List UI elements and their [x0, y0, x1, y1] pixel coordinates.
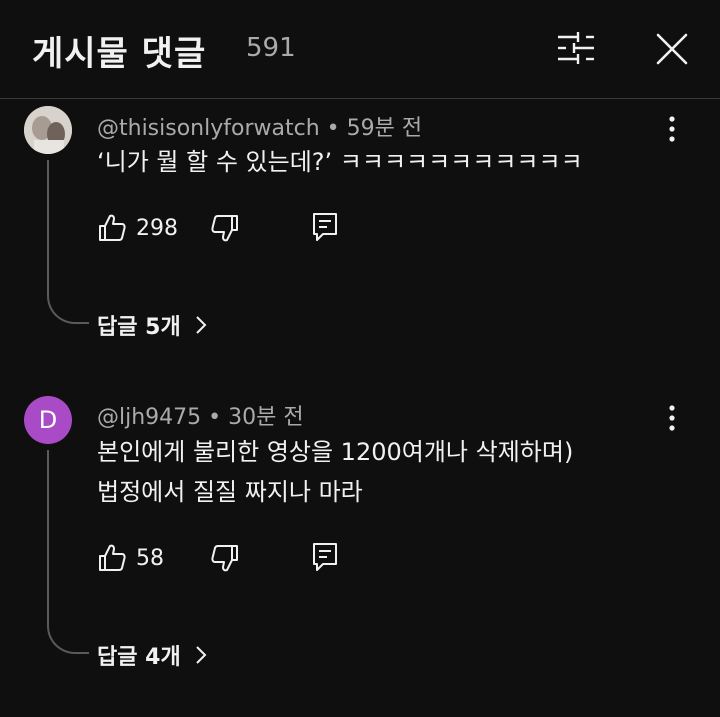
more-options-icon[interactable] — [662, 114, 682, 144]
dislike-icon[interactable] — [210, 213, 240, 243]
comment-text-line: ‘니가 뭘 할 수 있는데?’ ㅋㅋㅋㅋㅋㅋㅋㅋㅋㅋㅋ — [97, 148, 583, 176]
view-replies-button[interactable]: 답글 5개 — [97, 309, 207, 341]
comment-author[interactable]: @thisisonlyforwatch — [97, 116, 320, 141]
comment-count: 591 — [246, 33, 296, 63]
filter-sliders-icon[interactable] — [556, 30, 596, 66]
comment-text: 본인에게 불리한 영상을 1200여개나 삭제하며) 법정에서 질질 짜지나 마… — [97, 432, 573, 512]
avatar[interactable] — [24, 106, 72, 154]
reply-icon[interactable] — [311, 541, 339, 573]
like-icon[interactable] — [97, 543, 127, 573]
dislike-icon[interactable] — [210, 543, 240, 573]
like-count: 58 — [136, 546, 164, 571]
avatar-letter: D — [38, 406, 58, 434]
avatar-photo-icon — [24, 106, 72, 154]
like-count: 298 — [136, 216, 178, 241]
comment-text: ‘니가 뭘 할 수 있는데?’ ㅋㅋㅋㅋㅋㅋㅋㅋㅋㅋㅋ — [97, 142, 583, 182]
page-title: 게시물 댓글 — [32, 34, 207, 74]
like-icon[interactable] — [97, 213, 127, 243]
comment-meta: @thisisonlyforwatch • 59분 전 — [97, 110, 422, 142]
comment-time: 30분 전 — [228, 405, 304, 430]
view-replies-button[interactable]: 답글 4개 — [97, 639, 207, 671]
meta-separator: • — [208, 405, 229, 430]
header-divider — [0, 98, 720, 99]
thread-connector-line — [47, 450, 89, 654]
reply-icon[interactable] — [311, 211, 339, 243]
comment-text-line: 법정에서 질질 짜지나 마라 — [97, 478, 363, 506]
chevron-right-icon — [195, 316, 207, 334]
more-options-icon[interactable] — [662, 403, 682, 433]
meta-separator: • — [326, 116, 347, 141]
header-bar: 게시물 댓글 591 — [0, 0, 720, 98]
comment-time: 59분 전 — [346, 116, 423, 141]
replies-label: 답글 4개 — [97, 645, 181, 670]
close-icon[interactable] — [654, 31, 690, 67]
avatar[interactable]: D — [24, 396, 72, 444]
chevron-right-icon — [195, 646, 207, 664]
thread-connector-line — [47, 160, 89, 324]
comment-meta: @ljh9475 • 30분 전 — [97, 399, 304, 431]
comment-author[interactable]: @ljh9475 — [97, 405, 201, 430]
comment-text-line: 본인에게 불리한 영상을 1200여개나 삭제하며) — [97, 438, 574, 466]
replies-label: 답글 5개 — [97, 315, 181, 340]
